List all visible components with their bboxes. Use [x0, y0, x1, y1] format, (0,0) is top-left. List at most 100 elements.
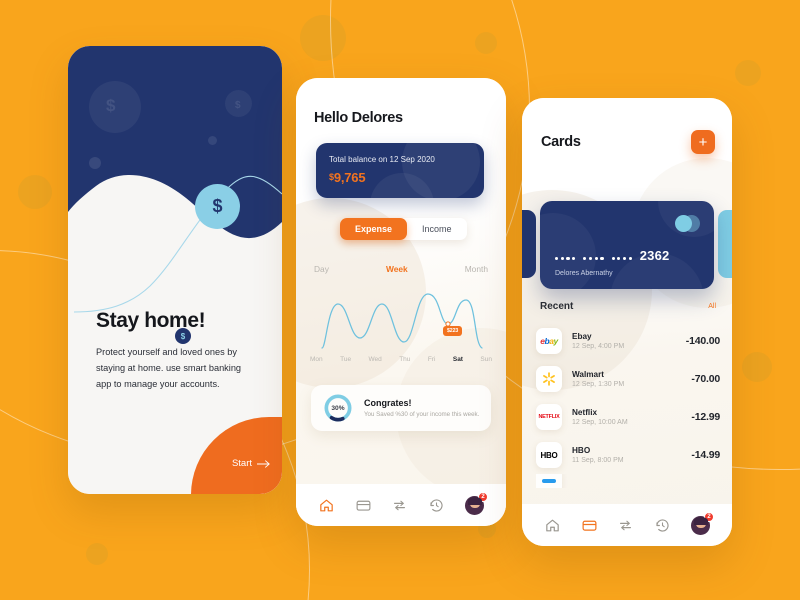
transaction-name: Netflix: [572, 408, 598, 417]
avatar[interactable]: 2: [691, 511, 715, 535]
home-icon[interactable]: [544, 517, 561, 534]
onboarding-screen: $ $ $ $ Stay home! Protect yourself and …: [68, 46, 282, 494]
card-carousel-prev[interactable]: [522, 210, 536, 278]
recent-label: Recent: [540, 301, 574, 312]
card-last4: 2362: [639, 248, 670, 263]
axis-label-sat: Sat: [452, 356, 463, 363]
greeting-title: Hello Delores: [314, 110, 403, 126]
transfer-icon[interactable]: [391, 497, 408, 514]
transaction-name: Walmart: [572, 370, 604, 379]
history-icon[interactable]: [654, 517, 671, 534]
expense-income-toggle: Expense Income: [340, 218, 467, 240]
dollar-icon-large: $: [195, 184, 240, 229]
tab-income[interactable]: Income: [407, 218, 467, 240]
netflix-logo-icon: NETFLIX: [536, 404, 562, 430]
chart-tooltip: $223: [443, 326, 463, 336]
transaction-info: Netflix 12 Sep, 10:00 AM: [572, 408, 691, 426]
donut-center-label: 30%: [331, 404, 345, 412]
transaction-time: 12 Sep, 1:30 PM: [572, 381, 625, 388]
card-chip-icon: [675, 215, 692, 232]
hbo-logo-icon: HBO: [536, 442, 562, 468]
congrats-title: Congrates!: [364, 398, 412, 408]
add-card-button[interactable]: +: [691, 130, 715, 154]
transaction-time: 11 Sep, 8:00 PM: [572, 457, 624, 464]
start-button-content: Start: [232, 458, 271, 469]
axis-label-thu: Thu: [399, 356, 411, 363]
table-row[interactable]: HBO HBO 11 Sep, 8:00 PM -14.99: [536, 436, 720, 474]
table-row[interactable]: NETFLIX Netflix 12 Sep, 10:00 AM -12.99: [536, 398, 720, 436]
transfer-icon[interactable]: [617, 517, 634, 534]
home-screen: Hello Delores Total balance on 12 Sep 20…: [296, 78, 506, 526]
card-masked-group: [611, 256, 632, 260]
spending-line-chart[interactable]: [304, 282, 498, 354]
period-day[interactable]: Day: [314, 264, 329, 274]
balance-value: 9,765: [333, 170, 366, 185]
congrats-text: Congrates! You Saved %30 of your income …: [364, 398, 479, 418]
page-title: Cards: [541, 134, 581, 150]
onboarding-copy: Stay home! Protect yourself and loved on…: [96, 309, 256, 392]
transaction-name: HBO: [572, 446, 591, 455]
card-carousel[interactable]: 2362 Delores Abernathy: [522, 198, 732, 292]
transaction-info: Ebay 12 Sep, 4:00 PM: [572, 332, 686, 350]
balance-amount: $9,765: [329, 170, 366, 185]
table-row[interactable]: Walmart 12 Sep, 1:30 PM -70.00: [536, 360, 720, 398]
axis-label-tue: Tue: [340, 356, 352, 363]
chart-svg: [321, 293, 483, 349]
walmart-spark-icon: [543, 372, 555, 386]
credit-card[interactable]: 2362 Delores Abernathy: [540, 201, 714, 289]
tab-expense[interactable]: Expense: [340, 218, 408, 240]
plus-icon: +: [698, 133, 708, 151]
ebay-logo-icon: ebay: [536, 328, 562, 354]
transaction-time: 12 Sep, 10:00 AM: [572, 419, 628, 426]
balance-card[interactable]: Total balance on 12 Sep 2020 $9,765: [316, 143, 484, 198]
transaction-amount: -70.00: [691, 373, 720, 385]
card-masked-group: [555, 256, 576, 260]
congrats-subtitle: You Saved %30 of your income this week.: [364, 411, 480, 418]
period-month[interactable]: Month: [465, 264, 488, 274]
start-button-label: Start: [231, 458, 252, 469]
recent-all-link[interactable]: All: [708, 303, 716, 310]
table-row-partial[interactable]: [536, 474, 720, 488]
transaction-amount: -12.99: [691, 411, 720, 423]
chart-x-axis: Mon Tue Wed Thu Fri Sat Sun: [310, 356, 492, 363]
period-week[interactable]: Week: [386, 264, 408, 274]
cards-screen: Cards + 2362 Delores Abernathy Recent Al…: [522, 98, 732, 546]
card-number: 2362: [555, 248, 669, 263]
bottom-navigation: 2: [522, 504, 732, 546]
partial-logo-icon: [536, 474, 562, 488]
onboarding-body: Protect yourself and loved ones by stayi…: [96, 347, 242, 390]
axis-label-sun: Sun: [480, 356, 492, 363]
axis-label-wed: Wed: [368, 356, 382, 363]
avatar-image: [691, 515, 711, 535]
transaction-amount: -14.99: [691, 449, 720, 461]
transaction-amount: -140.00: [685, 335, 720, 347]
app-canvas: $ $ $ $ Stay home! Protect yourself and …: [0, 0, 800, 600]
home-icon[interactable]: [318, 497, 335, 514]
balance-label: Total balance on 12 Sep 2020: [329, 155, 435, 164]
walmart-logo-icon: [536, 366, 562, 392]
axis-label-fri: Fri: [427, 356, 436, 363]
card-carousel-next[interactable]: [718, 210, 732, 278]
savings-donut-chart: 30%: [323, 393, 353, 423]
avatar-image: [465, 495, 485, 515]
transaction-time: 12 Sep, 4:00 PM: [572, 343, 625, 350]
transaction-list: ebay Ebay 12 Sep, 4:00 PM -140.00 Walmar…: [536, 322, 720, 488]
card-icon[interactable]: [355, 497, 372, 514]
card-holder-name: Delores Abernathy: [555, 270, 613, 277]
transaction-info: HBO 11 Sep, 8:00 PM: [572, 446, 691, 464]
history-icon[interactable]: [428, 497, 445, 514]
axis-label-mon: Mon: [310, 356, 323, 363]
table-row[interactable]: ebay Ebay 12 Sep, 4:00 PM -140.00: [536, 322, 720, 360]
recent-header: Recent All: [540, 301, 716, 312]
page-title: Stay home!: [96, 309, 206, 332]
congrats-card[interactable]: 30% Congrates! You Saved %30 of your inc…: [311, 385, 491, 431]
card-masked-group: [583, 256, 604, 260]
transaction-info: Walmart 12 Sep, 1:30 PM: [572, 370, 691, 388]
period-selector: Day Week Month: [314, 264, 488, 274]
connector-line: [73, 175, 282, 313]
transaction-name: Ebay: [572, 332, 592, 341]
card-icon[interactable]: [581, 517, 598, 534]
bottom-navigation: 2: [296, 484, 506, 526]
arrow-right-icon: [257, 459, 270, 468]
avatar[interactable]: 2: [465, 491, 489, 515]
